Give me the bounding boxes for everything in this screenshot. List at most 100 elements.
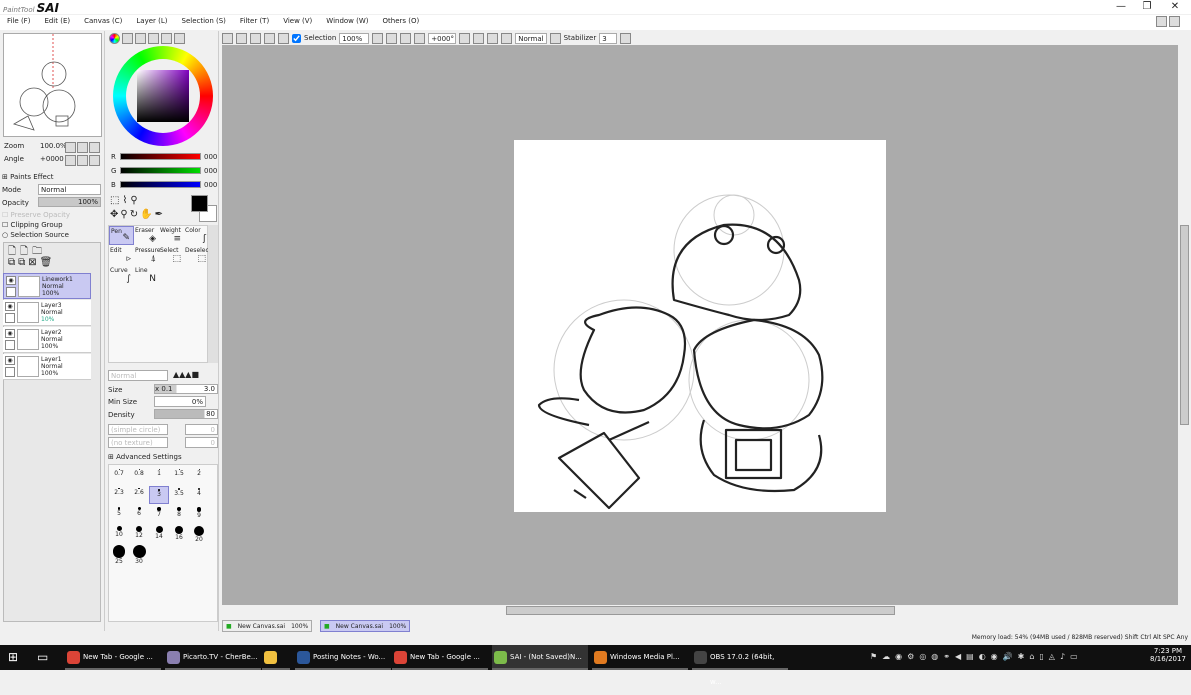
brush-size-preset[interactable]: 5 [109,505,129,523]
zoom-dropdown[interactable] [372,32,384,44]
toolbar-button[interactable] [222,32,233,44]
brush-size-preset[interactable]: 20 [189,524,209,543]
invert-selection-button[interactable] [278,32,289,44]
brush-size-preset[interactable]: 30 [129,543,149,565]
menu-file[interactable]: File (F) [0,15,37,30]
paints-effect-header[interactable]: ⊞ Paints Effect [2,173,53,181]
selection-checkbox[interactable] [292,33,301,43]
tool-color[interactable]: Color ʃ [184,226,209,245]
stabilizer-dropdown[interactable] [620,32,632,44]
zoom-reset-button[interactable] [414,32,426,44]
taskbar-item[interactable]: SAI - (Not Saved)N... [492,645,588,670]
new-layer-icon[interactable]: 🗋 [8,246,20,257]
green-slider[interactable] [120,167,201,174]
layer-item[interactable]: ◉ Layer3 Normal 10% [3,300,91,326]
brush-size-preset[interactable]: 14 [149,524,169,542]
flip-button[interactable] [549,32,561,44]
brush-size-preset[interactable]: 1 [149,467,169,485]
brush-size-preset[interactable]: 12 [129,524,149,542]
menu-canvas[interactable]: Canvas (C) [77,15,129,30]
horizontal-scroll-thumb[interactable] [506,606,895,615]
brush-size-preset[interactable]: 8 [169,505,189,523]
drawing-canvas[interactable] [514,140,886,512]
advanced-settings-toggle[interactable]: ⊞ Advanced Settings [108,453,182,461]
rotate-left-button[interactable] [473,32,485,44]
brush-texture-value[interactable]: 0 [185,437,218,448]
redo-button[interactable] [250,32,261,44]
merge-down-icon[interactable]: ⧉ [18,257,28,268]
opacity-slider[interactable]: 100% [38,197,101,207]
navigator-preview[interactable] [3,33,102,137]
brush-shape-select[interactable]: (simple circle) [108,424,168,435]
blue-slider[interactable] [120,181,201,188]
rect-select-icon[interactable]: ⬚ [110,195,122,206]
nav-rotate-left[interactable] [65,155,76,166]
nav-zoom-out[interactable] [65,142,76,153]
mode-select[interactable]: Normal [38,184,101,195]
restore-button[interactable]: ❐ [1134,0,1160,14]
canvas-tab-active[interactable]: ■ New Canvas.sai 100% [320,620,411,632]
menu-edit[interactable]: Edit (E) [37,15,77,30]
brush-size-preset[interactable]: 2.6 [129,486,149,504]
rgb-slider-tab[interactable] [122,33,133,44]
delete-layer-icon[interactable]: 🗑 [40,257,56,268]
tool-scrollbar[interactable] [208,225,218,363]
brush-size-preset[interactable]: 6 [129,505,149,523]
system-tray-icons[interactable]: ⚑☁◉⚙◎◍⚭◀▤◐◉🔊✱⌂▯◬♪▭ [870,652,1083,661]
hsv-slider-tab[interactable] [135,33,146,44]
mdi-minimize-button[interactable] [1156,16,1167,27]
angle-field[interactable]: +000° [428,32,457,44]
menu-selection[interactable]: Selection (S) [175,15,233,30]
tool-deselect[interactable]: Deselect ⬚ [184,246,211,265]
taskbar-item[interactable] [262,645,290,670]
zoom-icon[interactable]: ⚲ [120,209,129,220]
brush-size-preset[interactable]: 2 [189,467,209,485]
visibility-eye-icon[interactable]: ◉ [5,356,15,365]
menu-window[interactable]: Window (W) [319,15,375,30]
nav-rotate-reset[interactable] [89,155,100,166]
primary-color-swatch[interactable] [191,195,208,212]
minimize-button[interactable]: — [1108,0,1134,14]
clock[interactable]: 7:23 PM 8/16/2017 [1150,647,1186,663]
new-folder-icon[interactable]: 🗀 [32,246,46,257]
rotate-icon[interactable]: ↻ [130,209,140,220]
tool-line[interactable]: Line N [134,266,159,285]
taskbar-item[interactable]: New Tab - Google ... [392,645,488,670]
red-slider[interactable] [120,153,201,160]
taskbar-item[interactable]: Picarto.TV - CherBe... [165,645,261,670]
nav-zoom-in[interactable] [77,142,88,153]
layer-lock-checkbox[interactable] [5,367,15,377]
deselect-button[interactable] [264,32,275,44]
taskbar-item[interactable]: Windows Media Pl... [592,645,688,670]
copy-layer-icon[interactable]: ⧉ [8,257,18,268]
scratchpad-tab[interactable] [161,33,172,44]
layer-item[interactable]: ◉ Layer2 Normal 100% [3,327,91,353]
menu-layer[interactable]: Layer (L) [129,15,174,30]
tool-curve[interactable]: Curve ∫ [109,266,134,285]
swatches-tab[interactable] [148,33,159,44]
color-wheel-tab[interactable] [109,33,120,44]
brush-size-preset[interactable]: 7 [149,505,169,523]
hand-icon[interactable]: ✋ [140,209,154,220]
brush-size-preset[interactable]: 3 [149,486,169,504]
brush-size-preset[interactable]: 0.7 [109,467,129,485]
clipping-group-checkbox[interactable]: ☐ Clipping Group [2,221,63,229]
zoom-in-button[interactable] [400,32,412,44]
pen-lock-icon[interactable] [6,287,16,297]
min-size-slider[interactable]: 0% [154,396,206,407]
brush-size-preset[interactable]: 3.5 [169,486,189,504]
stabilizer-field[interactable]: 3 [599,32,618,44]
visibility-eye-icon[interactable]: ◉ [6,276,16,285]
brush-size-preset[interactable]: 16 [169,524,189,542]
taskbar-item[interactable]: Posting Notes - Wo... [295,645,391,670]
taskbar-item[interactable]: New Tab - Google ... [65,645,161,670]
brush-size-preset[interactable]: 0.8 [129,467,149,485]
blend-mode-field[interactable]: Normal [515,32,547,44]
vertical-scroll-thumb[interactable] [1180,225,1189,425]
color-wheel[interactable] [113,46,213,146]
move-icon[interactable]: ✥ [110,209,120,220]
brush-texture-select[interactable]: (no texture) [108,437,168,448]
brush-size-preset[interactable]: 2.3 [109,486,129,504]
zoom-field[interactable]: 100% [339,32,370,44]
menu-others[interactable]: Others (O) [376,15,427,30]
